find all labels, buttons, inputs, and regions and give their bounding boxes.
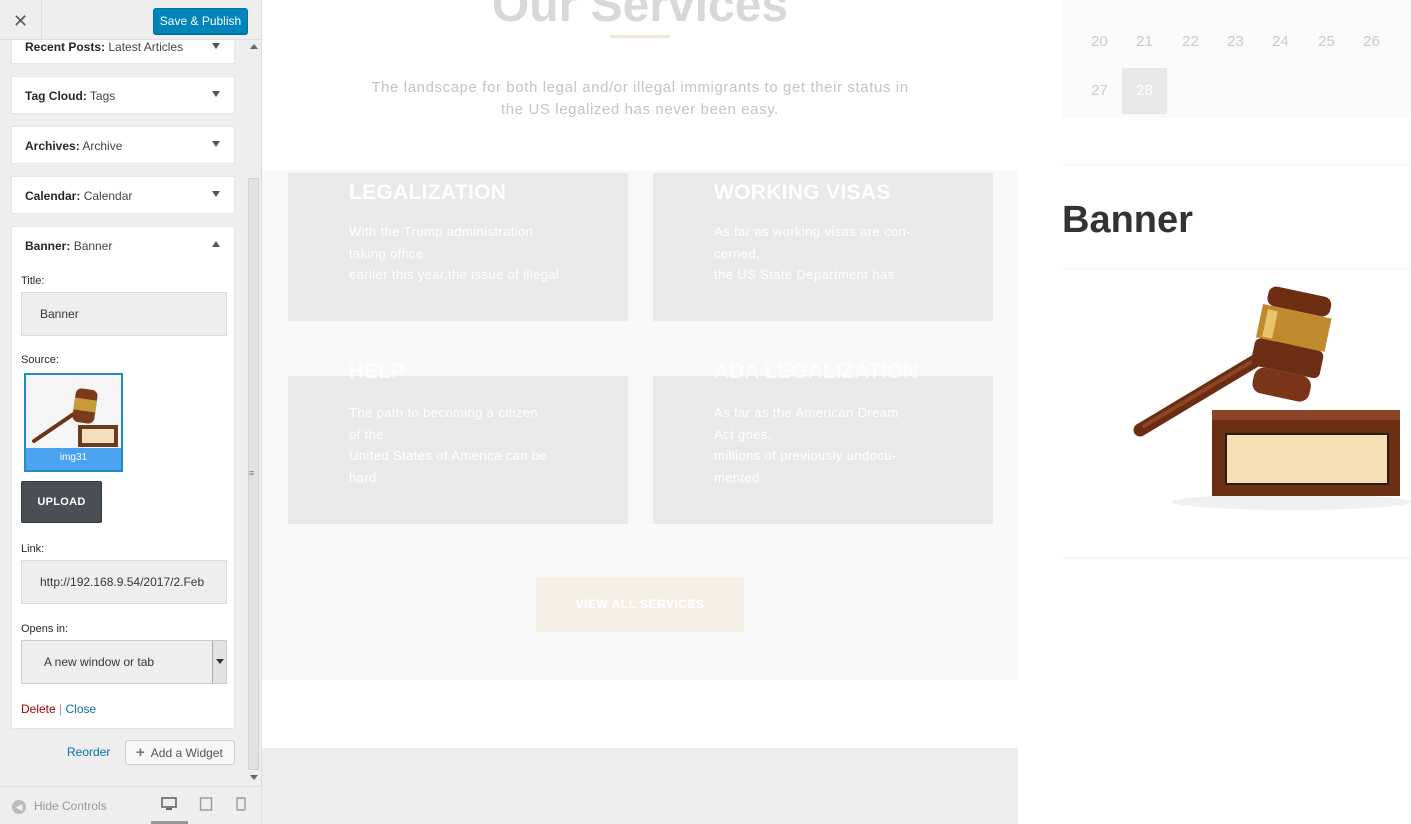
hide-controls-button[interactable]: ◀ Hide Controls <box>12 799 107 814</box>
calendar-day[interactable]: 23 <box>1213 19 1258 65</box>
service-line: of the <box>349 426 384 442</box>
service-line: mented <box>714 469 760 485</box>
opens-in-label: Opens in: <box>21 623 69 635</box>
customizer-app: ✕ Save & Publish Recent Posts: Latest Ar… <box>0 0 1411 824</box>
calendar-widget: 20 21 22 23 24 25 26 27 28 <box>1062 0 1411 118</box>
calendar-day[interactable]: 24 <box>1258 19 1303 65</box>
widget-type: Tag Cloud: <box>25 89 87 103</box>
add-widget-label: Add a Widget <box>150 746 223 760</box>
widget-title: Calendar <box>83 189 133 203</box>
chevron-down-icon[interactable] <box>212 43 220 49</box>
close-link[interactable]: Close <box>66 702 97 716</box>
plus-icon: + <box>136 744 145 761</box>
service-title: LEGALIZATION <box>349 181 507 204</box>
title-divider <box>610 35 670 38</box>
widget-title: Banner <box>73 239 113 253</box>
service-line: cerned, <box>714 245 761 261</box>
calendar-day[interactable]: 26 <box>1349 19 1394 65</box>
view-all-services-button[interactable]: VIEW ALL SERVICES <box>536 577 744 632</box>
service-card[interactable]: WORKING VISAS As far as working visas ar… <box>653 173 993 321</box>
footer-band <box>262 748 1018 824</box>
widget-actions: Delete | Close <box>21 702 96 716</box>
widget-type: Archives: <box>25 139 80 153</box>
service-title: ADA LEGALIZATION <box>714 360 919 383</box>
services-title: Our Services <box>491 0 789 32</box>
grip-icon: ≡ <box>249 468 255 478</box>
site-preview: Our Services The landscape for both lega… <box>262 0 1411 824</box>
calendar-day[interactable]: 27 <box>1077 68 1122 114</box>
opens-in-select[interactable]: A new window or tab <box>21 640 227 684</box>
service-line: hard <box>349 469 377 485</box>
reorder-link[interactable]: Reorder <box>67 745 110 759</box>
upload-button[interactable]: UPLOAD <box>21 481 102 523</box>
widget-banner[interactable]: Banner: Banner <box>11 226 235 264</box>
delete-link[interactable]: Delete <box>21 702 56 716</box>
widget-type: Calendar: <box>25 189 81 203</box>
calendar-day[interactable]: 21 <box>1122 19 1167 65</box>
widget-calendar[interactable]: Calendar: Calendar <box>11 176 235 214</box>
calendar-day[interactable]: 20 <box>1077 19 1122 65</box>
collapse-icon: ◀ <box>12 799 26 814</box>
calendar-day[interactable]: 22 <box>1168 19 1213 65</box>
scroll-down-icon[interactable] <box>250 775 258 780</box>
save-publish-button[interactable]: Save & Publish <box>153 8 248 34</box>
scroll-up-icon[interactable] <box>250 44 258 49</box>
widget-title: Tags <box>89 89 116 103</box>
service-line: millions of previously undocu- <box>714 448 897 463</box>
chevron-down-icon[interactable] <box>212 91 220 97</box>
close-icon[interactable]: ✕ <box>0 0 42 42</box>
widget-title: Latest Articles <box>108 40 184 54</box>
banner-image-thumbnail[interactable]: img31 <box>24 373 123 472</box>
widget-archives[interactable]: Archives: Archive <box>11 126 235 164</box>
image-caption: img31 <box>26 448 121 470</box>
widget-title: Archive <box>82 139 123 153</box>
service-line: Act goes, <box>714 426 772 442</box>
service-line: As far as working visas are con- <box>714 224 912 239</box>
service-card[interactable]: HELP The path to becoming a citizen of t… <box>288 360 628 524</box>
divider <box>1062 164 1411 165</box>
link-input[interactable]: http://192.168.9.54/2017/2.Feb <box>21 560 227 604</box>
divider <box>1062 558 1411 559</box>
widget-type: Recent Posts: <box>25 40 106 54</box>
banner-heading: Banner <box>1062 199 1193 241</box>
service-line: The path to becoming a citizen <box>349 405 539 420</box>
service-card[interactable]: ADA LEGALIZATION As far as the American … <box>653 360 993 524</box>
widget-tag-cloud[interactable]: Tag Cloud: Tags <box>11 76 235 114</box>
separator: | <box>59 702 63 716</box>
customizer-header: ✕ Save & Publish <box>0 0 261 42</box>
customizer-footer: ◀ Hide Controls <box>0 786 261 824</box>
chevron-down-icon[interactable] <box>212 141 220 147</box>
calendar-day-today[interactable]: 28 <box>1122 68 1167 114</box>
chevron-down-icon[interactable] <box>212 191 220 197</box>
service-title: HELP <box>349 360 406 383</box>
opens-in-value: A new window or tab <box>44 655 155 669</box>
title-input[interactable]: Banner <box>21 292 227 336</box>
link-label: Link: <box>21 543 45 555</box>
banner-widget-form: Title: Banner Source: img31 UPLOAD Link:… <box>11 263 235 729</box>
mobile-icon[interactable] <box>236 797 246 814</box>
chevron-down-icon[interactable] <box>212 641 226 683</box>
service-line: taking office <box>349 245 424 261</box>
source-label: Source: <box>21 354 59 366</box>
services-description: The landscape for both legal and/or ille… <box>371 79 909 118</box>
banner-gavel-image[interactable] <box>1062 270 1411 515</box>
service-line: the US State Department has <box>714 267 895 282</box>
title-label: Title: <box>21 275 45 287</box>
service-line: As far as the American Dream <box>714 405 899 420</box>
add-widget-button[interactable]: + Add a Widget <box>125 740 235 765</box>
service-title: WORKING VISAS <box>714 181 891 204</box>
chevron-up-icon[interactable] <box>212 241 220 247</box>
service-line: With the Trump administration <box>349 224 534 239</box>
widget-type: Banner: <box>25 239 71 253</box>
desktop-icon[interactable] <box>161 797 177 814</box>
service-card[interactable]: LEGALIZATION With the Trump administrati… <box>288 173 628 321</box>
service-line: United States of America can be <box>349 448 548 463</box>
calendar-day[interactable]: 25 <box>1304 19 1349 65</box>
hide-controls-label: Hide Controls <box>34 799 107 813</box>
tablet-icon[interactable] <box>199 797 213 814</box>
divider <box>1062 268 1411 269</box>
service-line: earlier this year,the issue of illegal <box>349 267 560 282</box>
customizer-sidebar: ✕ Save & Publish Recent Posts: Latest Ar… <box>0 0 262 824</box>
